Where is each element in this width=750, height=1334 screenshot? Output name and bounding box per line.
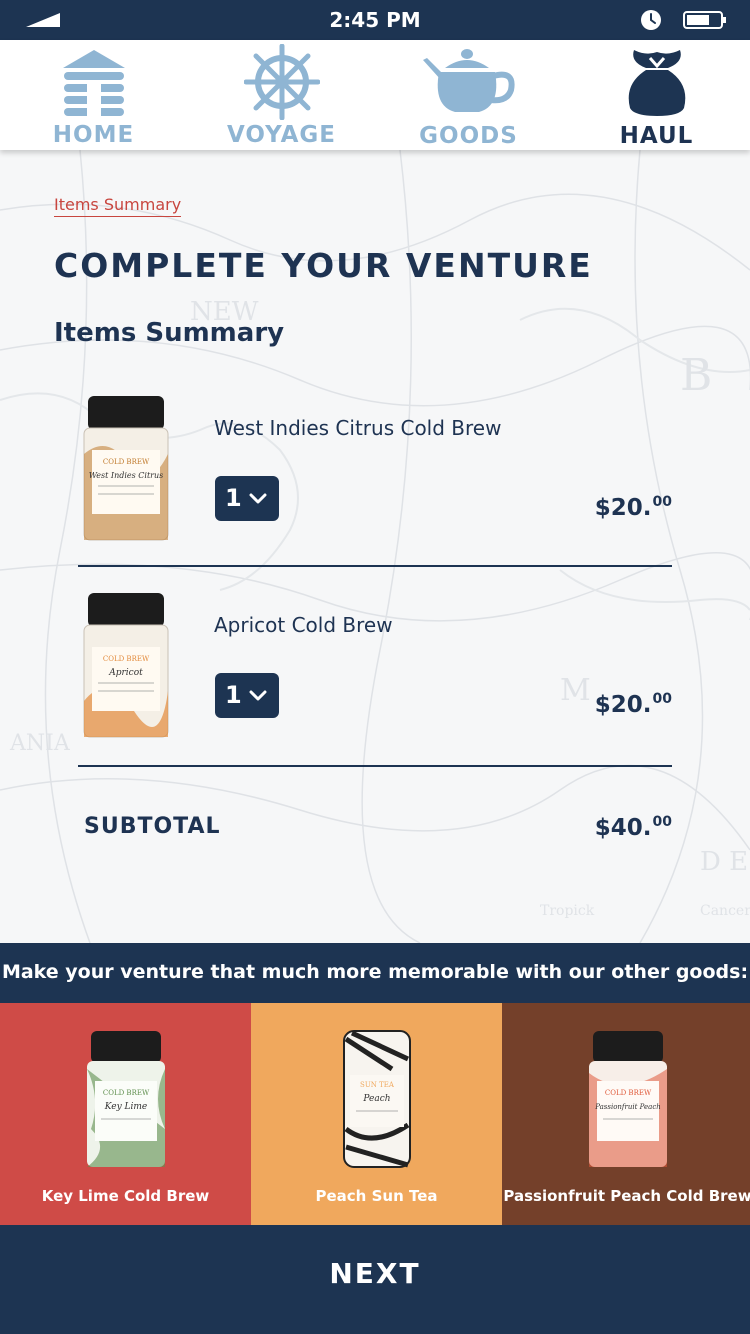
subtotal-value: $40.00 — [595, 814, 672, 841]
nav-voyage[interactable]: VOYAGE — [188, 40, 375, 150]
tin-label-text: Apricot — [108, 668, 143, 678]
tin-kind-text: COLD BREW — [103, 655, 150, 663]
tin-kind-text: COLD BREW — [102, 1089, 149, 1097]
price-main: $20. — [594, 495, 652, 521]
clock-icon — [641, 10, 661, 30]
svg-text:B: B — [680, 350, 712, 401]
loot-bag-icon — [628, 50, 685, 116]
item-price: $20.00 — [595, 494, 672, 521]
status-time: 2:45 PM — [329, 8, 421, 32]
nav-home[interactable]: HOME — [0, 40, 187, 150]
svg-text:D E L: D E L — [700, 847, 750, 877]
chevron-down-icon — [249, 493, 267, 504]
product-tin-image: COLD BREW Passionfruit Peach — [588, 1031, 667, 1167]
nav-haul-label: HAUL — [619, 123, 694, 149]
upsell-banner: Make your venture that much more memorab… — [0, 943, 750, 1003]
cart-item: COLD BREW Apricot Apricot Cold Brew 1 $2… — [78, 591, 672, 771]
status-bar: 2:45 PM — [0, 0, 750, 40]
product-tin-image: SUN TEA Peach — [342, 1030, 411, 1168]
nav-voyage-label: VOYAGE — [227, 122, 336, 148]
nav-goods[interactable]: GOODS — [375, 40, 562, 150]
nav-home-label: HOME — [52, 122, 135, 148]
svg-text:Cancer: Cancer — [700, 903, 750, 919]
product-tin-image: COLD BREW West Indies Citrus — [83, 396, 169, 541]
top-navigation: HOME VOYAGE GOODS HAUL — [0, 40, 750, 150]
upsell-tile-label: Passionfruit Peach Cold Brew — [503, 1187, 750, 1205]
tin-label-text: Passionfruit Peach — [594, 1103, 661, 1111]
item-name: Apricot Cold Brew — [214, 613, 393, 637]
ship-wheel-icon — [243, 44, 320, 120]
quantity-select[interactable]: 1 — [215, 673, 279, 718]
upsell-tile-peach-sun-tea[interactable]: SUN TEA Peach Peach Sun Tea — [251, 1003, 502, 1225]
svg-text:Tropick: Tropick — [540, 903, 595, 919]
tin-kind-text: SUN TEA — [360, 1081, 395, 1089]
price-cents: 00 — [652, 691, 672, 707]
item-price: $20.00 — [595, 691, 672, 718]
nav-goods-label: GOODS — [419, 123, 518, 149]
item-divider — [78, 565, 672, 567]
next-button[interactable]: NEXT — [0, 1225, 750, 1334]
subtotal-label: SUBTOTAL — [84, 814, 221, 839]
nav-haul[interactable]: HAUL — [563, 40, 750, 150]
quantity-select[interactable]: 1 — [215, 476, 279, 521]
product-tin-image: COLD BREW Key Lime — [86, 1031, 165, 1167]
teapot-icon — [422, 49, 515, 112]
item-divider — [78, 765, 672, 767]
tin-kind-text: COLD BREW — [103, 458, 150, 466]
item-name: West Indies Citrus Cold Brew — [214, 416, 502, 440]
tin-label-text: Peach — [362, 1094, 390, 1104]
log-cabin-icon — [62, 50, 125, 116]
upsell-tile-key-lime[interactable]: COLD BREW Key Lime Key Lime Cold Brew — [0, 1003, 251, 1225]
price-cents: 00 — [652, 494, 672, 510]
tin-kind-text: COLD BREW — [604, 1089, 651, 1097]
upsell-tile-label: Peach Sun Tea — [315, 1187, 438, 1205]
tin-label-text: Key Lime — [103, 1102, 146, 1112]
breadcrumb[interactable]: Items Summary — [54, 195, 182, 217]
cart-item: COLD BREW West Indies Citrus West Indies… — [78, 394, 672, 574]
battery-icon — [683, 11, 726, 29]
quantity-value: 1 — [225, 681, 242, 709]
product-tin-image: COLD BREW Apricot — [83, 593, 169, 738]
price-main: $20. — [594, 692, 652, 718]
subtotal-main: $40. — [594, 815, 652, 841]
tin-label-text: West Indies Citrus — [89, 471, 164, 480]
upsell-tile-passionfruit-peach[interactable]: COLD BREW Passionfruit Peach Passionfrui… — [502, 1003, 750, 1225]
quantity-value: 1 — [225, 484, 242, 512]
section-title: Items Summary — [54, 318, 285, 348]
upsell-tile-label: Key Lime Cold Brew — [41, 1187, 210, 1205]
svg-text:ANIA: ANIA — [9, 731, 71, 756]
chevron-down-icon — [249, 690, 267, 701]
subtotal-cents: 00 — [652, 814, 672, 830]
page-title: COMPLETE YOUR VENTURE — [54, 246, 593, 285]
